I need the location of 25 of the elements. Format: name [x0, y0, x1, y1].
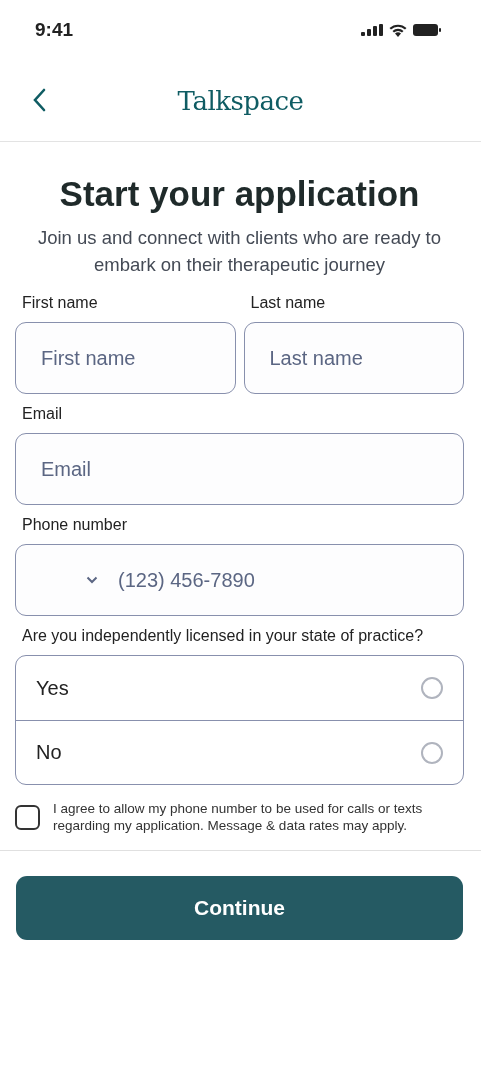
page-subtitle: Join us and connect with clients who are ready to embark on their therapeutic journey: [36, 226, 443, 277]
radio-button[interactable]: [421, 741, 443, 764]
checkbox[interactable]: [15, 804, 40, 830]
status-time: 9:41: [35, 19, 74, 41]
battery-icon: [413, 24, 441, 36]
page-title: Start your application: [58, 174, 421, 214]
back-button[interactable]: [32, 87, 48, 113]
field-label: Phone number: [21, 515, 128, 535]
field-label: Last name: [249, 293, 327, 313]
continue-button[interactable]: Continue: [16, 876, 463, 940]
radio-option[interactable]: Yes: [16, 656, 463, 720]
radio-option[interactable]: No: [16, 720, 463, 784]
input-field[interactable]: Last name: [243, 322, 464, 394]
email-field[interactable]: Email: [15, 433, 464, 505]
wifi-icon: [389, 23, 407, 37]
field-label: First name: [21, 293, 99, 313]
phone-field[interactable]: (123) 456-7890: [15, 544, 464, 616]
brand-logo: Talkspace: [177, 85, 304, 116]
field-label: Email: [21, 404, 63, 424]
radio-button[interactable]: [421, 677, 443, 699]
consent-text: I agree to allow my phone number to be used for calls or texts regarding my application. Message & data rates may apply.: [53, 800, 424, 834]
question-label: Are you independently licensed in your state of practice?: [21, 626, 425, 646]
signal-icon: [361, 24, 383, 36]
input-field[interactable]: First name: [15, 322, 236, 394]
chevron-down-icon[interactable]: [86, 576, 98, 584]
